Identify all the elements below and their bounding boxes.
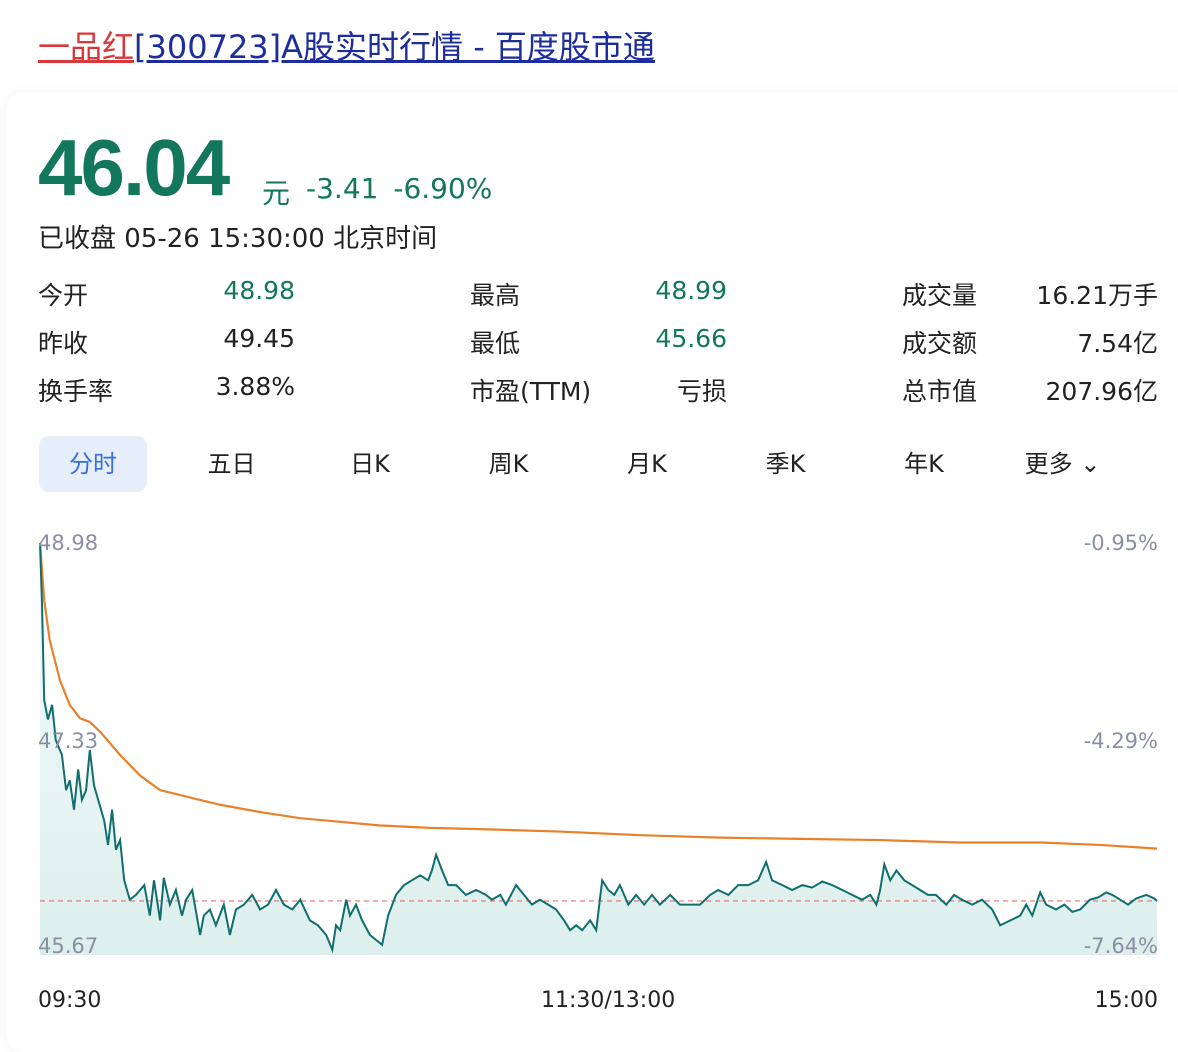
x-tick: 11:30/13:00 bbox=[541, 988, 676, 1013]
y-tick-left: 48.98 bbox=[38, 531, 99, 555]
y-tick-left: 47.33 bbox=[38, 729, 99, 753]
change-amount: -3.41 bbox=[306, 172, 379, 205]
stat-label: 最低 bbox=[470, 329, 521, 358]
title-rest-link[interactable]: [300723]A股实时行情 - 百度股市通 bbox=[134, 28, 655, 66]
tab-7[interactable]: 更多 ⌄ bbox=[1009, 436, 1117, 492]
y-tick-left: 45.67 bbox=[38, 934, 99, 958]
tab-label: 月K bbox=[627, 450, 667, 478]
tab-6[interactable]: 年K bbox=[870, 436, 978, 492]
stat-label: 今开 bbox=[38, 281, 89, 310]
stat-label: 成交额 bbox=[902, 329, 978, 358]
y-tick-right: -4.29% bbox=[1083, 729, 1158, 753]
tab-label: 更多 bbox=[1024, 450, 1073, 478]
y-tick-right: -7.64% bbox=[1083, 934, 1158, 958]
intraday-chart[interactable] bbox=[0, 520, 1178, 970]
stat-value: 45.66 bbox=[655, 324, 727, 353]
tab-label: 分时 bbox=[69, 450, 117, 478]
tab-label: 年K bbox=[904, 450, 944, 478]
stat-value: 207.96亿 bbox=[1045, 377, 1158, 406]
chevron-down-icon: ⌄ bbox=[1072, 450, 1101, 478]
price-unit: 元 bbox=[262, 177, 291, 210]
stat-value: 亏损 bbox=[676, 377, 727, 406]
stat-label: 成交量 bbox=[902, 281, 978, 310]
tab-1[interactable]: 五日 bbox=[178, 436, 286, 492]
tab-label: 日K bbox=[350, 450, 390, 478]
tab-0[interactable]: 分时 bbox=[39, 436, 147, 492]
average-price-line bbox=[38, 542, 1158, 850]
tab-2[interactable]: 日K bbox=[316, 436, 424, 492]
stat-value: 49.45 bbox=[223, 324, 295, 353]
price-change: -3.41 -6.90% bbox=[306, 172, 492, 205]
price-line bbox=[39, 542, 1158, 954]
tab-label: 五日 bbox=[207, 450, 256, 478]
tab-label: 季K bbox=[765, 450, 806, 478]
market-status: 已收盘 05-26 15:30:00 北京时间 bbox=[38, 224, 438, 254]
stat-value: 48.98 bbox=[223, 276, 295, 305]
tab-label: 周K bbox=[488, 450, 529, 478]
stat-label: 最高 bbox=[470, 281, 521, 310]
stock-name-link[interactable]: 一品红 bbox=[38, 28, 134, 66]
x-tick: 09:30 bbox=[38, 988, 102, 1013]
tab-3[interactable]: 周K bbox=[455, 436, 563, 492]
stat-value: 3.88% bbox=[215, 372, 295, 401]
stat-value: 7.54亿 bbox=[1077, 329, 1158, 358]
stat-label: 换手率 bbox=[38, 377, 114, 406]
tab-5[interactable]: 季K bbox=[732, 436, 840, 492]
price-area-fill bbox=[40, 543, 1157, 955]
stat-value: 48.99 bbox=[655, 276, 727, 305]
change-percent: -6.90% bbox=[393, 172, 493, 205]
y-tick-right: -0.95% bbox=[1083, 531, 1158, 555]
current-price: 46.04 bbox=[38, 123, 230, 212]
stat-value: 16.21万手 bbox=[1036, 281, 1158, 310]
stat-label: 总市值 bbox=[902, 377, 978, 406]
x-tick: 15:00 bbox=[1094, 988, 1158, 1013]
stat-label: 昨收 bbox=[38, 329, 89, 358]
page-title-link[interactable]: 一品红[300723]A股实时行情 - 百度股市通 bbox=[38, 22, 655, 68]
tab-4[interactable]: 月K bbox=[593, 436, 701, 492]
stat-label: 市盈(TTM) bbox=[470, 377, 592, 406]
